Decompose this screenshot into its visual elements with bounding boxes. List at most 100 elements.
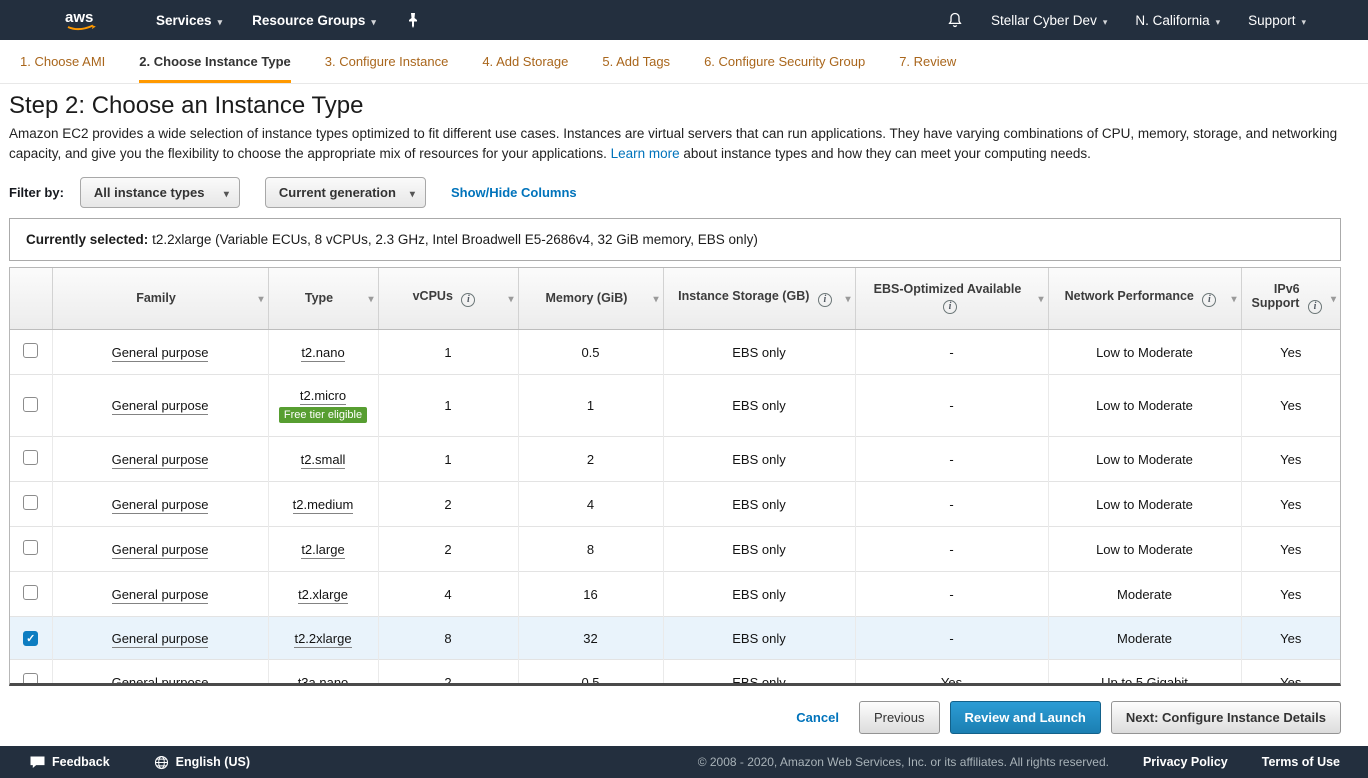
family-value: General purpose [112,497,209,514]
ipv6-support-value: Yes [1241,572,1340,617]
vcpus-value: 1 [378,437,518,482]
instance-row-t2.medium[interactable]: General purposet2.medium24EBS only-Low t… [10,482,1340,527]
sort-caret-icon [368,291,373,305]
type-value: t2.nano [301,345,344,362]
notifications-button[interactable] [947,12,963,29]
info-icon[interactable] [461,293,475,307]
family-value: General purpose [112,398,209,415]
instance-row-t3a.nano[interactable]: General purposet3a.nano20.5EBS onlyYesUp… [10,660,1340,686]
network-performance-value: Low to Moderate [1048,482,1241,527]
aws-logo-icon: aws [62,7,104,33]
family-value: General purpose [112,587,209,604]
chevron-down-icon [1216,13,1221,28]
free-tier-badge: Free tier eligible [279,407,367,423]
globe-icon [154,755,169,770]
instance-row-t2.large[interactable]: General purposet2.large28EBS only-Low to… [10,527,1340,572]
row-checkbox[interactable] [23,673,38,686]
instance-row-t2.nano[interactable]: General purposet2.nano10.5EBS only-Low t… [10,330,1340,375]
type-value: t2.xlarge [298,587,348,604]
generation-filter-value: Current generation [279,185,396,200]
aws-logo[interactable]: aws [62,7,104,33]
language-selector[interactable]: English (US) [154,755,250,770]
info-icon[interactable] [1202,293,1216,307]
column-header-select [10,268,52,330]
family-value: General purpose [112,345,209,362]
pinned-shortcut-button[interactable] [406,12,420,28]
learn-more-link[interactable]: Learn more [611,146,680,161]
column-header-ebs-optimized[interactable]: EBS-Optimized Available [855,268,1048,330]
support-label: Support [1248,13,1295,28]
currently-selected-value: t2.2xlarge (Variable ECUs, 8 vCPUs, 2.3 … [152,232,758,247]
ebs-optimized-value: - [855,330,1048,375]
column-label: EBS-Optimized Available [874,282,1022,296]
bell-icon [947,12,963,29]
instance-storage-value: EBS only [663,660,855,686]
nav-services[interactable]: Services [156,13,222,28]
family-value: General purpose [112,675,209,686]
row-checkbox[interactable] [23,397,38,412]
wizard-step-2-choose-instance-type[interactable]: 2. Choose Instance Type [139,54,290,83]
instance-row-t2.small[interactable]: General purposet2.small12EBS only-Low to… [10,437,1340,482]
wizard-step-1-choose-ami[interactable]: 1. Choose AMI [20,54,105,83]
column-header-ipv6-support[interactable]: IPv6 Support [1241,268,1340,330]
nav-account-menu[interactable]: Stellar Cyber Dev [991,13,1107,28]
wizard-step-7-review[interactable]: 7. Review [899,54,956,83]
memory-value: 4 [518,482,663,527]
column-header-family[interactable]: Family [52,268,268,330]
ipv6-support-value: Yes [1241,527,1340,572]
generation-filter-dropdown[interactable]: Current generation [265,177,426,208]
family-value: General purpose [112,631,209,648]
instance-storage-value: EBS only [663,527,855,572]
info-icon[interactable] [943,300,957,314]
instance-type-filter-dropdown[interactable]: All instance types [80,177,240,208]
info-icon[interactable] [818,293,832,307]
sort-caret-icon [653,291,658,305]
column-header-vcpus[interactable]: vCPUs [378,268,518,330]
privacy-policy-link[interactable]: Privacy Policy [1143,755,1228,769]
info-icon[interactable] [1308,300,1322,314]
sort-caret-icon [845,291,850,305]
column-header-memory[interactable]: Memory (GiB) [518,268,663,330]
memory-value: 32 [518,617,663,660]
vcpus-value: 1 [378,375,518,437]
row-checkbox[interactable] [23,343,38,358]
nav-region-menu[interactable]: N. California [1135,13,1220,28]
previous-button[interactable]: Previous [859,701,940,734]
nav-support-menu[interactable]: Support [1248,13,1306,28]
column-header-instance-storage[interactable]: Instance Storage (GB) [663,268,855,330]
row-checkbox[interactable] [23,495,38,510]
row-checkbox[interactable] [23,585,38,600]
next-configure-instance-details-button[interactable]: Next: Configure Instance Details [1111,701,1341,734]
instance-storage-value: EBS only [663,437,855,482]
memory-value: 16 [518,572,663,617]
network-performance-value: Moderate [1048,572,1241,617]
filter-bar: Filter by: All instance types Current ge… [9,177,1341,208]
vcpus-value: 8 [378,617,518,660]
instance-row-t2.2xlarge[interactable]: General purposet2.2xlarge832EBS only-Mod… [10,617,1340,660]
top-nav-left: aws Services Resource Groups [62,7,420,33]
terms-of-use-link[interactable]: Terms of Use [1262,755,1340,769]
wizard-step-6-configure-security-group[interactable]: 6. Configure Security Group [704,54,865,83]
nav-resource-groups[interactable]: Resource Groups [252,13,376,28]
column-header-network-performance[interactable]: Network Performance [1048,268,1241,330]
wizard-step-5-add-tags[interactable]: 5. Add Tags [602,54,670,83]
review-and-launch-button[interactable]: Review and Launch [950,701,1101,734]
cancel-link[interactable]: Cancel [796,710,839,725]
row-checkbox-checked[interactable] [23,631,38,646]
network-performance-value: Up to 5 Gigabit [1048,660,1241,686]
column-header-type[interactable]: Type [268,268,378,330]
column-label: Network Performance [1065,289,1194,303]
wizard-step-3-configure-instance[interactable]: 3. Configure Instance [325,54,449,83]
sort-caret-icon [1231,291,1236,305]
instance-storage-value: EBS only [663,572,855,617]
filter-by-label: Filter by: [9,185,64,200]
row-checkbox[interactable] [23,450,38,465]
show-hide-columns-link[interactable]: Show/Hide Columns [451,185,577,200]
feedback-button[interactable]: Feedback [30,755,110,769]
instance-row-t2.micro[interactable]: General purposet2.microFree tier eligibl… [10,375,1340,437]
memory-value: 0.5 [518,330,663,375]
wizard-step-4-add-storage[interactable]: 4. Add Storage [482,54,568,83]
type-value: t2.medium [293,497,354,514]
row-checkbox[interactable] [23,540,38,555]
instance-row-t2.xlarge[interactable]: General purposet2.xlarge416EBS only-Mode… [10,572,1340,617]
